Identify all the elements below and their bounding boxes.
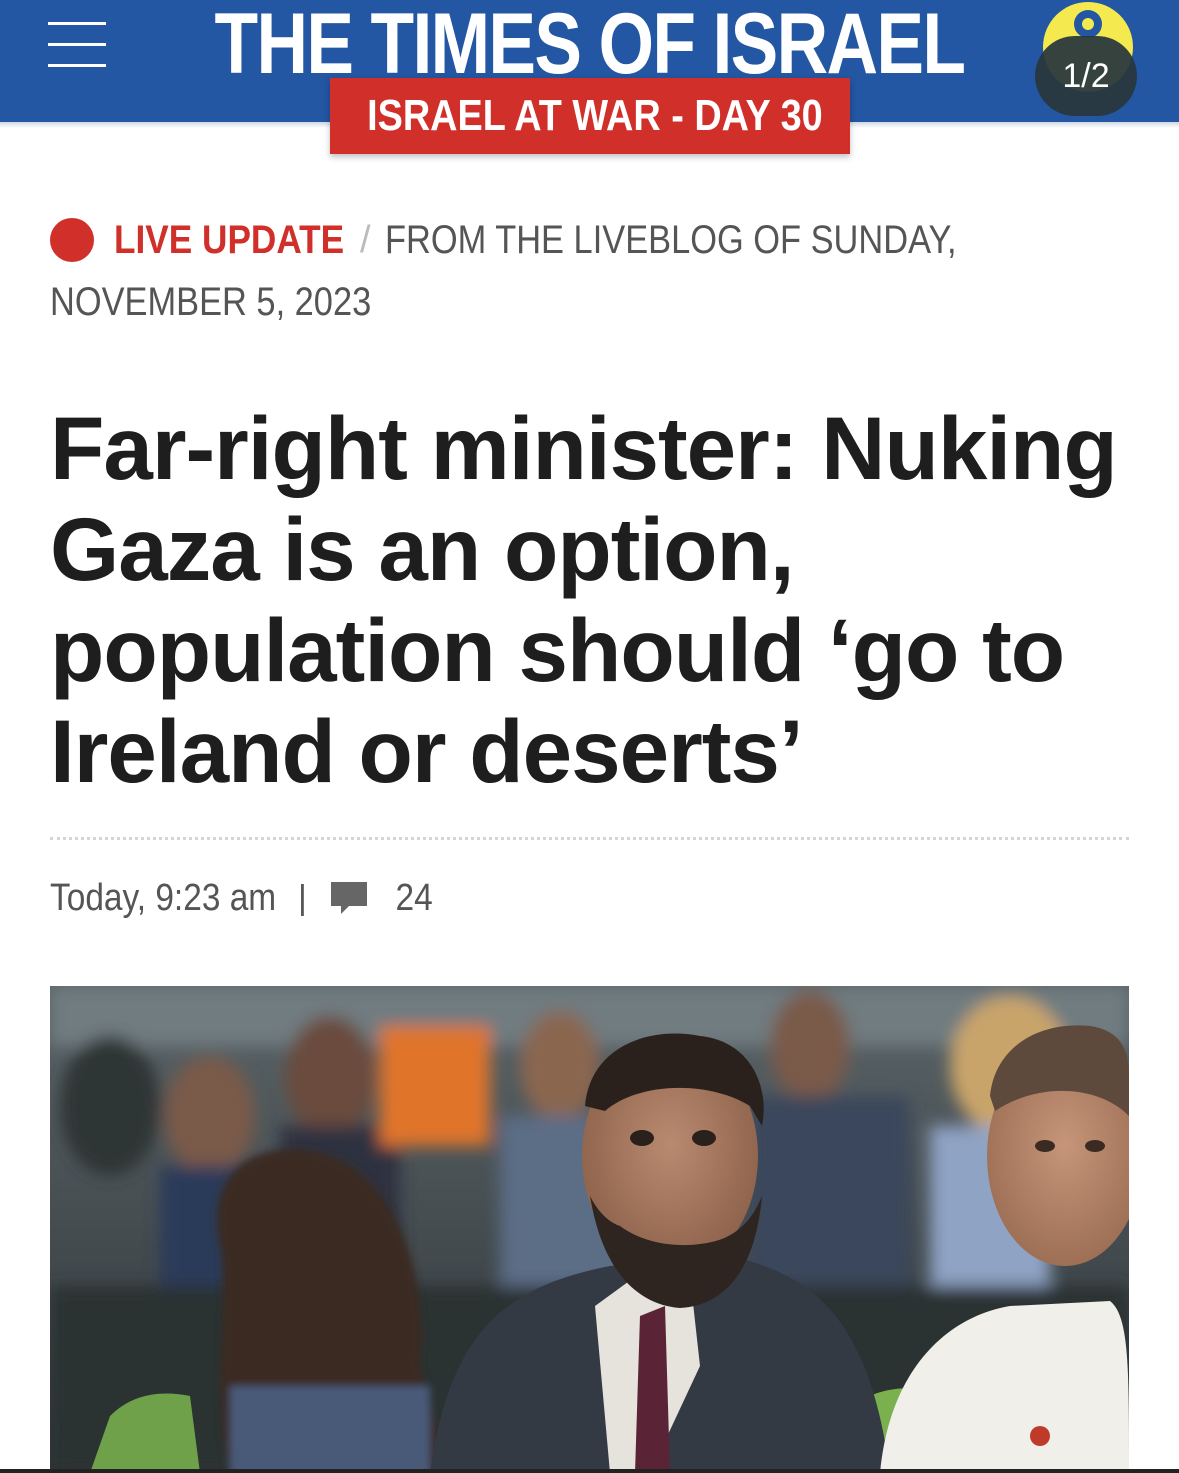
slide-counter: 1/2 xyxy=(1035,36,1137,116)
photo-illustration xyxy=(50,986,1129,1473)
article-headline: Far-right minister: Nuking Gaza is an op… xyxy=(50,398,1118,801)
comment-bubble-icon[interactable] xyxy=(329,878,369,918)
breadcrumb-separator: / xyxy=(360,218,371,261)
bottom-edge xyxy=(0,1469,1179,1473)
war-day-banner[interactable]: ISRAEL AT WAR - DAY 30 xyxy=(330,78,850,154)
publish-time: Today, 9:23 am xyxy=(50,876,277,919)
live-update-row: LIVE UPDATE / FROM THE LIVEBLOG OF SUNDA… xyxy=(50,210,1049,270)
liveblog-link[interactable]: FROM THE LIVEBLOG OF SUNDAY, xyxy=(385,218,957,263)
comment-count[interactable]: 24 xyxy=(395,877,432,920)
meta-separator: | xyxy=(298,878,307,917)
live-update-label[interactable]: LIVE UPDATE xyxy=(114,218,344,263)
war-day-banner-label: ISRAEL AT WAR - DAY 30 xyxy=(367,91,823,140)
divider xyxy=(50,837,1129,840)
live-dot-icon xyxy=(50,218,94,262)
liveblog-date[interactable]: NOVEMBER 5, 2023 xyxy=(50,272,371,332)
avatar-head xyxy=(1074,10,1102,38)
hamburger-menu-icon[interactable] xyxy=(48,22,106,68)
article-meta: Today, 9:23 am | 24 xyxy=(50,868,435,928)
article-photo[interactable] xyxy=(50,986,1129,1473)
